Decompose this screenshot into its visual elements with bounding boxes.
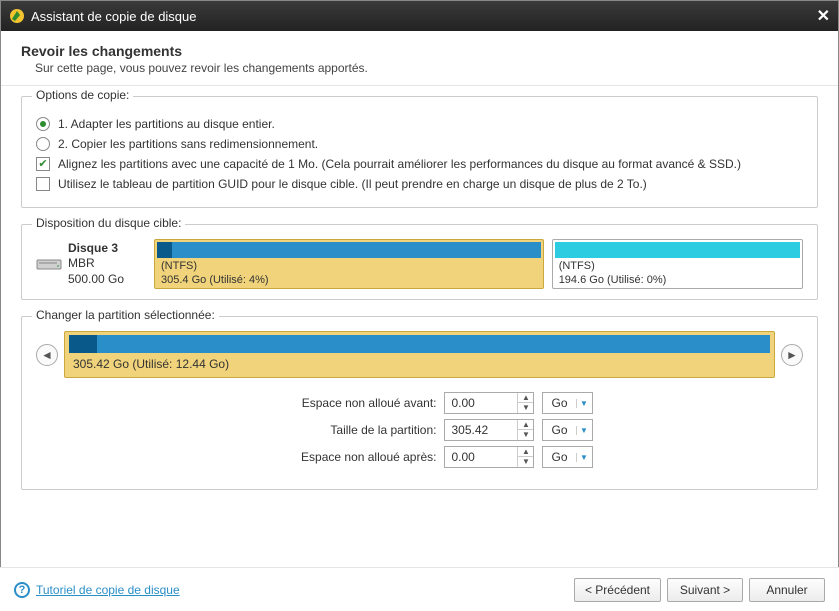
radio-icon xyxy=(36,137,50,151)
chevron-down-icon: ▼ xyxy=(576,426,592,435)
unit-select[interactable]: Go ▼ xyxy=(542,392,592,414)
disk-scheme: MBR xyxy=(68,256,124,272)
spin-up-icon: ▲ xyxy=(518,447,533,457)
app-icon xyxy=(9,8,25,24)
selected-usage-bar xyxy=(69,335,770,353)
next-button[interactable]: Suivant > xyxy=(667,578,743,602)
copy-options-group: Options de copie: 1. Adapter les partiti… xyxy=(21,96,818,208)
chevron-down-icon: ▼ xyxy=(576,453,592,462)
spin-down-icon: ▼ xyxy=(518,457,533,467)
close-icon[interactable]: ✕ xyxy=(817,6,830,26)
option-label: 2. Copier les partitions sans redimensio… xyxy=(58,137,318,151)
option-label: Utilisez le tableau de partition GUID po… xyxy=(58,177,647,191)
unallocated-before-input[interactable]: 0.00 ▲▼ xyxy=(444,392,534,414)
unit-select[interactable]: Go ▼ xyxy=(542,446,592,468)
disk-icon xyxy=(36,255,62,273)
page-header: Revoir les changements Sur cette page, v… xyxy=(1,31,838,86)
back-button[interactable]: < Précédent xyxy=(574,578,661,602)
unallocated-after-input[interactable]: 0.00 ▲▼ xyxy=(444,446,534,468)
radio-icon xyxy=(36,117,50,131)
disk-info: Disque 3 MBR 500.00 Go xyxy=(36,239,146,289)
unallocated-after-label: Espace non alloué après: xyxy=(246,450,436,464)
partition-size-label: Taille de la partition: xyxy=(246,423,436,437)
spinner[interactable]: ▲▼ xyxy=(517,393,533,413)
option-label: 1. Adapter les partitions au disque enti… xyxy=(58,117,275,131)
chevron-right-icon: ► xyxy=(786,348,798,362)
partition-usage-bar xyxy=(555,242,800,258)
titlebar: Assistant de copie de disque ✕ xyxy=(1,1,838,31)
help-link[interactable]: ? Tutoriel de copie de disque xyxy=(14,582,180,598)
page-subtitle: Sur cette page, vous pouvez revoir les c… xyxy=(35,61,818,75)
partition-detail: 305.4 Go (Utilisé: 4%) xyxy=(157,272,541,286)
option-guid-table[interactable]: Utilisez le tableau de partition GUID po… xyxy=(36,177,803,191)
partition-fs: (NTFS) xyxy=(555,258,800,272)
selected-partition-legend: Changer la partition sélectionnée: xyxy=(32,308,219,322)
partition-usage-bar xyxy=(157,242,541,258)
unit-label: Go xyxy=(543,423,575,437)
next-partition-button[interactable]: ► xyxy=(781,344,803,366)
prev-partition-button[interactable]: ◄ xyxy=(36,344,58,366)
option-label: Alignez les partitions avec une capacité… xyxy=(58,157,741,171)
selected-partition-summary: 305.42 Go (Utilisé: 12.44 Go) xyxy=(69,357,770,371)
partition-fs: (NTFS) xyxy=(157,258,541,272)
option-copy-no-resize[interactable]: 2. Copier les partitions sans redimensio… xyxy=(36,137,803,151)
spinner[interactable]: ▲▼ xyxy=(517,420,533,440)
target-layout-legend: Disposition du disque cible: xyxy=(32,216,185,230)
input-value: 0.00 xyxy=(445,396,517,410)
chevron-down-icon: ▼ xyxy=(576,399,592,408)
unallocated-before-label: Espace non alloué avant: xyxy=(246,396,436,410)
disk-name: Disque 3 xyxy=(68,241,124,257)
copy-options-legend: Options de copie: xyxy=(32,88,133,102)
spinner[interactable]: ▲▼ xyxy=(517,447,533,467)
option-align-1mb[interactable]: ✔ Alignez les partitions avec une capaci… xyxy=(36,157,803,171)
unit-label: Go xyxy=(543,396,575,410)
help-icon: ? xyxy=(14,582,30,598)
spin-down-icon: ▼ xyxy=(518,403,533,413)
disk-size: 500.00 Go xyxy=(68,272,124,288)
help-link-text[interactable]: Tutoriel de copie de disque xyxy=(36,583,180,597)
spin-up-icon: ▲ xyxy=(518,420,533,430)
selected-partition-group: Changer la partition sélectionnée: ◄ 305… xyxy=(21,316,818,490)
input-value: 0.00 xyxy=(445,450,517,464)
checkbox-icon: ✔ xyxy=(36,157,50,171)
cancel-button[interactable]: Annuler xyxy=(749,578,825,602)
input-value: 305.42 xyxy=(445,423,517,437)
option-fit-partitions[interactable]: 1. Adapter les partitions au disque enti… xyxy=(36,117,803,131)
footer: ? Tutoriel de copie de disque < Précéden… xyxy=(0,567,839,611)
partition-size-input[interactable]: 305.42 ▲▼ xyxy=(444,419,534,441)
partition-0[interactable]: (NTFS) 305.4 Go (Utilisé: 4%) xyxy=(154,239,544,289)
unit-select[interactable]: Go ▼ xyxy=(542,419,592,441)
partition-detail: 194.6 Go (Utilisé: 0%) xyxy=(555,272,800,286)
partition-1[interactable]: (NTFS) 194.6 Go (Utilisé: 0%) xyxy=(552,239,803,289)
window-title: Assistant de copie de disque xyxy=(31,9,197,24)
spin-up-icon: ▲ xyxy=(518,393,533,403)
target-layout-group: Disposition du disque cible: Disque 3 MB… xyxy=(21,224,818,300)
spin-down-icon: ▼ xyxy=(518,430,533,440)
checkbox-icon xyxy=(36,177,50,191)
unit-label: Go xyxy=(543,450,575,464)
chevron-left-icon: ◄ xyxy=(41,348,53,362)
selected-partition-bar[interactable]: 305.42 Go (Utilisé: 12.44 Go) xyxy=(64,331,775,378)
page-title: Revoir les changements xyxy=(21,43,818,59)
